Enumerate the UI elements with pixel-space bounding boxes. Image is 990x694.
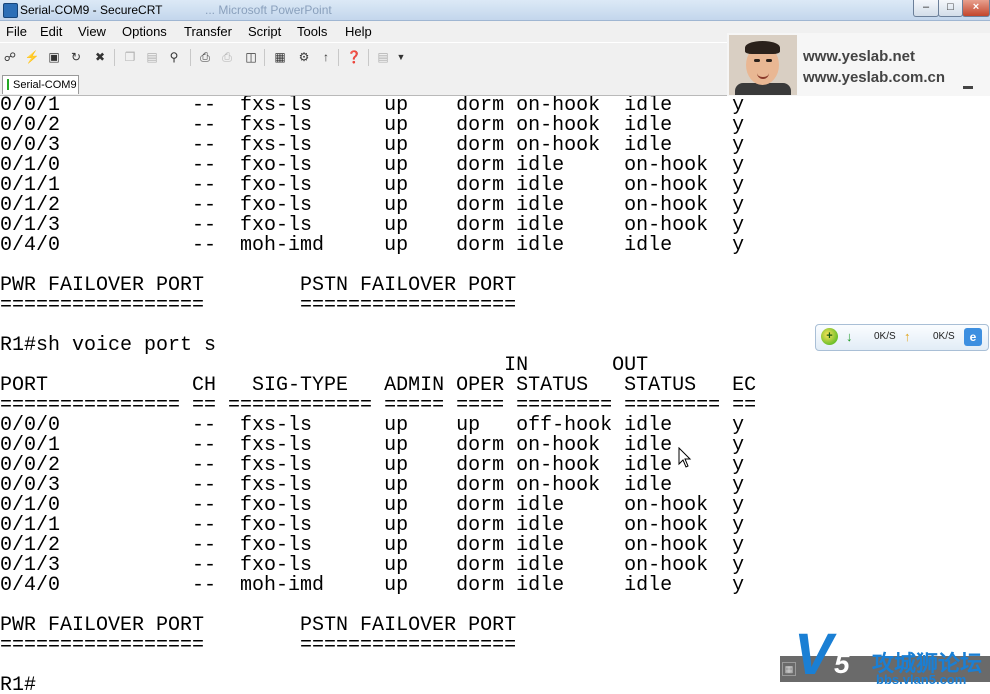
watermark-logo-number: 5 bbox=[834, 648, 850, 679]
terminal-line: 0/1/0 -- fxo-ls up dorm idle on-hook y bbox=[0, 154, 745, 177]
upload-arrow-icon: ↑ bbox=[904, 329, 911, 344]
terminal-line: PORT CH SIG-TYPE ADMIN OPER STATUS STATU… bbox=[0, 374, 757, 397]
terminal-line: 0/4/0 -- moh-imd up dorm idle idle y bbox=[0, 574, 745, 597]
site-url-net: www.yeslab.net bbox=[803, 48, 915, 65]
terminal-line: PWR FAILOVER PORT PSTN FAILOVER PORT bbox=[0, 274, 517, 297]
connected-status-icon bbox=[7, 79, 9, 90]
toolbar-separator bbox=[264, 49, 265, 66]
terminal-output[interactable]: 0/0/1 -- fxs-ls up dorm on-hook idle y 0/… bbox=[0, 96, 990, 694]
terminal-line: 0/0/2 -- fxs-ls up dorm on-hook idle y bbox=[0, 114, 745, 137]
toolbar-separator bbox=[190, 49, 191, 66]
paste-icon[interactable]: ▤ bbox=[144, 49, 160, 65]
upload-speed: 0K/S bbox=[933, 331, 955, 342]
toolbar-overflow-icon[interactable]: ▼ bbox=[396, 49, 406, 65]
download-arrow-icon: ↓ bbox=[846, 329, 853, 344]
background-window-title: ... Microsoft PowerPoint bbox=[205, 3, 332, 17]
keymap-icon[interactable]: ↑ bbox=[318, 49, 334, 65]
print-setup-icon[interactable]: ◫ bbox=[243, 49, 259, 65]
toolbar-separator bbox=[368, 49, 369, 66]
menu-edit[interactable]: Edit bbox=[40, 24, 62, 39]
global-options-icon[interactable]: ⚙ bbox=[296, 49, 312, 65]
copy-icon[interactable]: ❐ bbox=[122, 49, 138, 65]
minimize-button[interactable]: – bbox=[913, 0, 939, 17]
terminal-line: 0/1/1 -- fxo-ls up dorm idle on-hook y bbox=[0, 174, 745, 197]
terminal-line: 0/1/2 -- fxo-ls up dorm idle on-hook y bbox=[0, 194, 745, 217]
terminal-line: 0/0/3 -- fxs-ls up dorm on-hook idle y bbox=[0, 134, 745, 157]
menu-view[interactable]: View bbox=[78, 24, 106, 39]
terminal-line: 0/0/0 -- fxs-ls up up off-hook idle y bbox=[0, 414, 745, 437]
restore-pane-icon[interactable]: ▬ bbox=[960, 82, 976, 92]
print-icon[interactable]: ⎙ bbox=[197, 49, 213, 65]
menu-script[interactable]: Script bbox=[248, 24, 281, 39]
browser-icon[interactable]: e bbox=[964, 328, 982, 346]
connect-icon[interactable]: ☍ bbox=[2, 49, 18, 65]
securecrt-app-icon[interactable] bbox=[3, 3, 18, 18]
terminal-line: ================= ================== bbox=[0, 294, 517, 317]
terminal-line: =============== == ============ ===== ==… bbox=[0, 394, 757, 417]
menu-transfer[interactable]: Transfer bbox=[184, 24, 232, 39]
mouse-cursor-icon bbox=[678, 447, 692, 468]
quick-connect-icon[interactable]: ⚡ bbox=[24, 49, 40, 65]
terminal-line: ================= ================== bbox=[0, 634, 517, 657]
watermark-url: bbs.vlan5.com bbox=[876, 672, 967, 687]
terminal-line: IN OUT bbox=[0, 354, 649, 377]
close-button[interactable]: × bbox=[962, 0, 990, 17]
session-options-icon[interactable]: ▦ bbox=[272, 49, 288, 65]
terminal-line: 0/1/2 -- fxo-ls up dorm idle on-hook y bbox=[0, 534, 745, 557]
reconnect-icon[interactable]: ↻ bbox=[68, 49, 84, 65]
terminal-line: R1# bbox=[0, 674, 37, 694]
watermark-logo-letter: V bbox=[794, 622, 833, 687]
download-speed: 0K/S bbox=[874, 331, 896, 342]
menu-help[interactable]: Help bbox=[345, 24, 372, 39]
maximize-button[interactable]: □ bbox=[938, 0, 963, 17]
terminal-line: R1#sh voice port s bbox=[0, 334, 217, 357]
terminal-line: 0/0/3 -- fxs-ls up dorm on-hook idle y bbox=[0, 474, 745, 497]
terminal-line: 0/1/3 -- fxo-ls up dorm idle on-hook y bbox=[0, 554, 745, 577]
title-bar: Serial-COM9 - SecureCRT ... Microsoft Po… bbox=[0, 0, 990, 21]
terminal-line: 0/1/0 -- fxo-ls up dorm idle on-hook y bbox=[0, 494, 745, 517]
terminal-line: 0/4/0 -- moh-imd up dorm idle idle y bbox=[0, 234, 745, 257]
tab-serial-com9[interactable]: Serial-COM9 bbox=[2, 75, 79, 94]
network-speed-widget[interactable]: + ↓ 0K/S ↑ 0K/S e bbox=[815, 324, 989, 351]
yeslab-logo-banner: www.yeslab.net www.yeslab.com.cn bbox=[727, 33, 990, 96]
window-title: Serial-COM9 - SecureCRT bbox=[20, 3, 163, 17]
menu-tools[interactable]: Tools bbox=[297, 24, 327, 39]
print-selection-icon[interactable]: ⎙ bbox=[219, 49, 235, 65]
terminal-line: 0/0/1 -- fxs-ls up dorm on-hook idle y bbox=[0, 434, 745, 457]
connect-tab-icon[interactable]: ▣ bbox=[46, 49, 62, 65]
site-url-com-cn: www.yeslab.com.cn bbox=[803, 69, 945, 86]
terminal-line: 0/1/1 -- fxo-ls up dorm idle on-hook y bbox=[0, 514, 745, 537]
menu-options[interactable]: Options bbox=[122, 24, 167, 39]
toolbar-separator bbox=[114, 49, 115, 66]
tab-label: Serial-COM9 bbox=[13, 79, 77, 91]
menu-file[interactable]: File bbox=[6, 24, 27, 39]
sftp-icon[interactable]: ▤ bbox=[375, 49, 391, 65]
avatar bbox=[729, 35, 797, 95]
terminal-line: 0/1/3 -- fxo-ls up dorm idle on-hook y bbox=[0, 214, 745, 237]
terminal-text: 0/0/1 -- fxs-ls up dorm on-hook idle y 0/… bbox=[0, 96, 756, 694]
accelerator-logo-icon: + bbox=[821, 328, 838, 345]
help-icon[interactable]: ❓ bbox=[346, 49, 362, 65]
toolbar-separator bbox=[338, 49, 339, 66]
find-icon[interactable]: ⚲ bbox=[166, 49, 182, 65]
terminal-line: 0/0/2 -- fxs-ls up dorm on-hook idle y bbox=[0, 454, 745, 477]
terminal-line: PWR FAILOVER PORT PSTN FAILOVER PORT bbox=[0, 614, 517, 637]
terminal-line: 0/0/1 -- fxs-ls up dorm on-hook idle y bbox=[0, 96, 745, 117]
disconnect-icon[interactable]: ✖ bbox=[92, 49, 108, 65]
vlan5-watermark: V 5 攻城狮论坛 bbs.vlan5.com bbox=[788, 622, 990, 694]
